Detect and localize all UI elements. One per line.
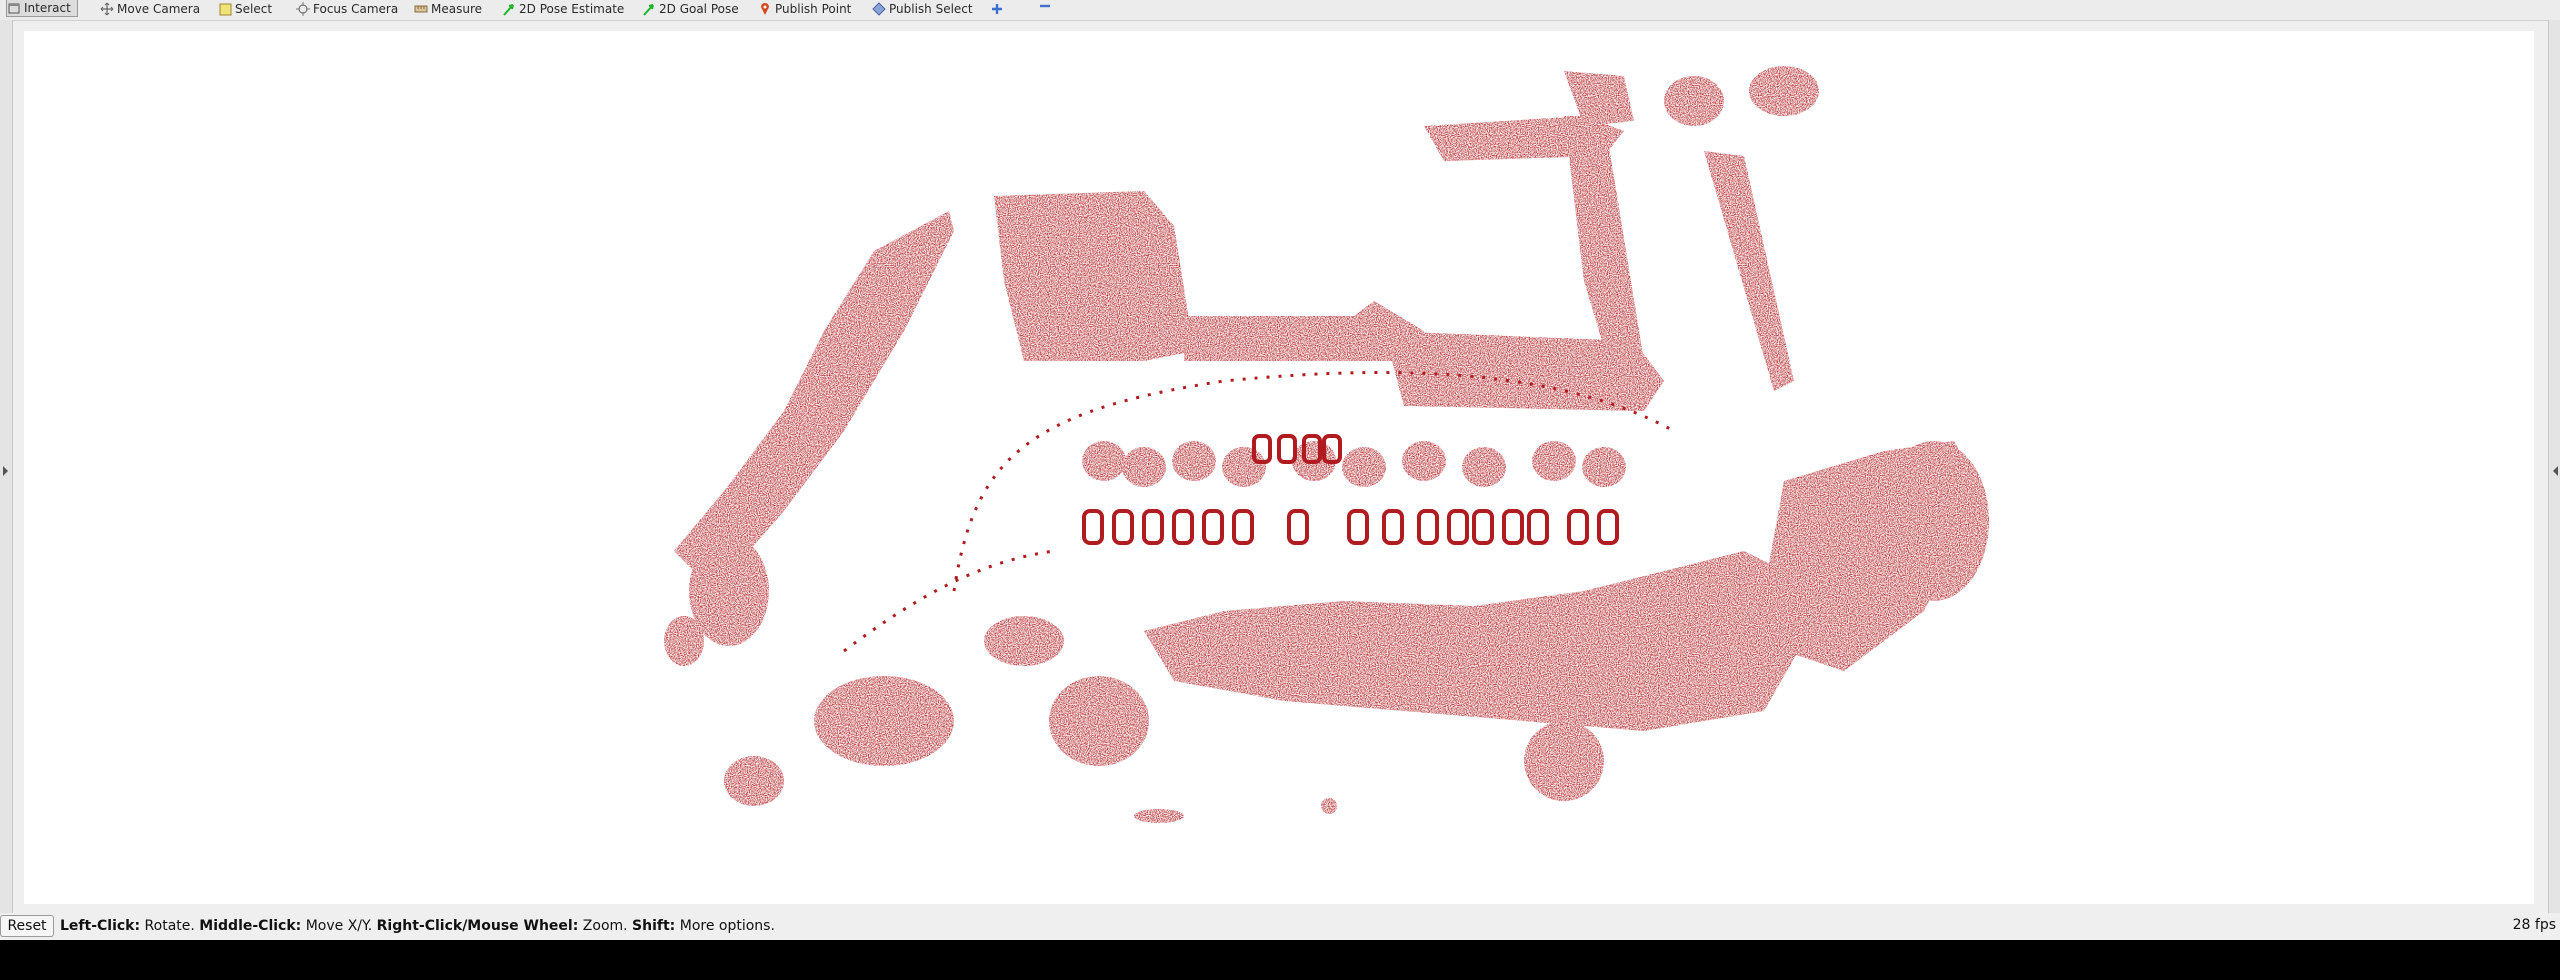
tool-label: Interact xyxy=(24,1,71,15)
tree-cluster xyxy=(1049,676,1149,766)
mouse-hint: Left-Click: Rotate. Middle-Click: Move X… xyxy=(60,918,775,934)
parked-car xyxy=(1142,509,1164,545)
tool-move-camera[interactable]: Move Camera xyxy=(100,0,200,18)
tree-cluster xyxy=(984,616,1064,666)
parked-car xyxy=(1202,509,1224,545)
hint-action: Move X/Y. xyxy=(305,918,373,934)
tree-cluster xyxy=(1402,441,1446,481)
tree-cluster xyxy=(1134,809,1184,823)
minus-icon xyxy=(1038,2,1060,16)
tree-cluster xyxy=(724,756,784,806)
focus-camera-icon xyxy=(296,2,310,16)
tool-publish-select[interactable]: Publish Select xyxy=(872,0,973,18)
tree-cluster xyxy=(1082,441,1126,481)
parked-car xyxy=(1502,509,1524,545)
parked-car xyxy=(1597,509,1619,545)
parked-car xyxy=(1172,509,1194,545)
wall-segment xyxy=(1704,151,1794,391)
building-block xyxy=(1184,301,1424,361)
tool-select[interactable]: Select xyxy=(218,0,272,18)
status-bar: Reset Left-Click: Rotate. Middle-Click: … xyxy=(0,913,2560,940)
rviz-window: Interact Move Camera Select Focus Camera… xyxy=(0,0,2560,940)
plus-icon xyxy=(990,2,1004,16)
tree-cluster xyxy=(1019,241,1089,321)
tool-label: Publish Select xyxy=(889,2,973,16)
tree-cluster xyxy=(1321,798,1337,814)
tree-cluster xyxy=(1462,447,1506,487)
fps-counter: 28 fps xyxy=(2512,917,2556,933)
parked-car xyxy=(1287,509,1309,545)
parked-car xyxy=(1527,509,1549,545)
hint-action: Rotate. xyxy=(144,918,195,934)
hint-key: Left-Click: xyxy=(60,918,141,934)
tool-interact[interactable]: Interact xyxy=(6,0,78,17)
left-panel-toggle[interactable] xyxy=(0,20,13,928)
tool-2d-goal-pose[interactable]: 2D Goal Pose xyxy=(642,0,739,18)
tree-cluster xyxy=(1532,441,1576,481)
green-arrow-icon xyxy=(642,2,656,16)
tool-label: 2D Goal Pose xyxy=(659,2,739,16)
ruler-icon xyxy=(414,2,428,16)
hint-action: More options. xyxy=(679,918,775,934)
parked-car xyxy=(1347,509,1369,545)
tree-cluster xyxy=(664,616,704,666)
publish-select-icon xyxy=(872,2,886,16)
hint-key: Middle-Click: xyxy=(199,918,302,934)
move-camera-icon xyxy=(100,2,114,16)
add-tool-button[interactable] xyxy=(990,0,1007,18)
tool-label: Focus Camera xyxy=(313,2,399,16)
expand-arrow-icon xyxy=(3,466,8,476)
hint-key: Right-Click/Mouse Wheel: xyxy=(376,918,579,934)
tree-cluster xyxy=(1122,447,1166,487)
tree-cluster xyxy=(1749,66,1819,116)
tool-label: 2D Pose Estimate xyxy=(519,2,625,16)
tool-label: Select xyxy=(235,2,273,16)
tool-focus-camera[interactable]: Focus Camera xyxy=(296,0,398,18)
select-icon xyxy=(218,2,232,16)
hint-action: Zoom. xyxy=(582,918,628,934)
tool-label: Move Camera xyxy=(117,2,201,16)
point-cloud xyxy=(664,66,1989,823)
parked-car xyxy=(1232,509,1254,545)
tool-2d-pose-estimate[interactable]: 2D Pose Estimate xyxy=(502,0,624,18)
remove-tool-button[interactable] xyxy=(1038,0,1060,18)
tree-cluster xyxy=(674,211,954,591)
tree-cluster xyxy=(1342,447,1386,487)
green-arrow-icon xyxy=(502,2,516,16)
parked-car xyxy=(1417,509,1439,545)
tree-cluster xyxy=(814,676,954,766)
render-viewport[interactable] xyxy=(24,31,2534,904)
tool-measure[interactable]: Measure xyxy=(414,0,482,18)
pin-icon xyxy=(758,2,772,16)
tool-publish-point[interactable]: Publish Point xyxy=(758,0,851,18)
right-panel-toggle[interactable] xyxy=(2548,20,2560,928)
tool-label: Measure xyxy=(431,2,482,16)
tree-cluster xyxy=(1222,447,1266,487)
reset-button[interactable]: Reset xyxy=(0,915,54,937)
tree-cluster xyxy=(1582,447,1626,487)
expand-arrow-icon xyxy=(2553,466,2558,476)
parked-car xyxy=(1112,509,1134,545)
tree-cluster xyxy=(1664,76,1724,126)
tree-cluster xyxy=(1524,721,1604,801)
hint-key: Shift: xyxy=(632,918,676,934)
tool-label: Publish Point xyxy=(775,2,852,16)
parked-car xyxy=(1082,509,1104,545)
tools-toolbar: Interact Move Camera Select Focus Camera… xyxy=(0,0,2560,21)
parked-car xyxy=(1472,509,1494,545)
cursor-icon xyxy=(7,1,21,15)
parked-car xyxy=(1382,509,1404,545)
tree-cluster xyxy=(1879,441,1989,601)
tree-cluster xyxy=(1144,551,1804,731)
tree-cluster xyxy=(1172,441,1216,481)
parked-car xyxy=(1567,509,1589,545)
parked-car xyxy=(1447,509,1469,545)
